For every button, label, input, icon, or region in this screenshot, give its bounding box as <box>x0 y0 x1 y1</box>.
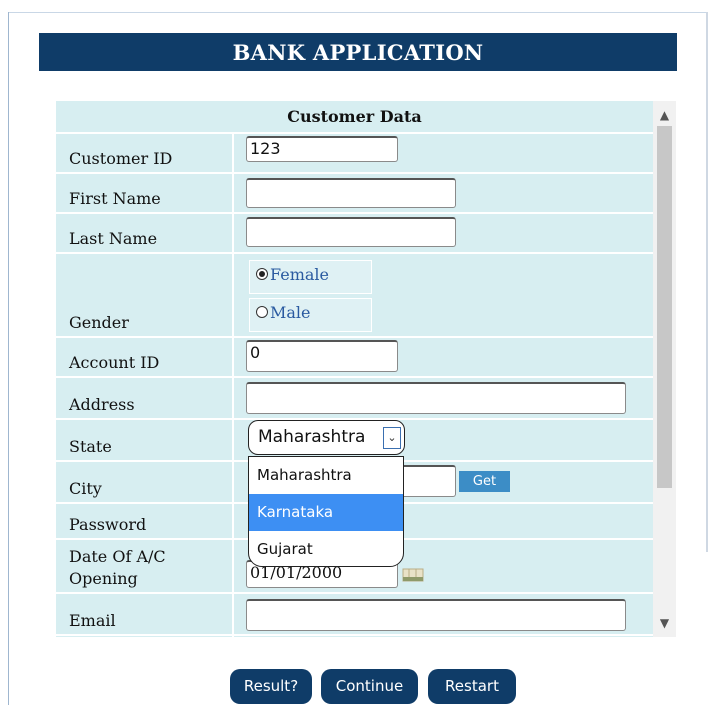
state-option-gujarat[interactable]: Gujarat <box>249 531 403 566</box>
scroll-thumb[interactable] <box>657 126 672 488</box>
chevron-up-icon[interactable]: ▲ <box>653 101 676 125</box>
chevron-down-icon[interactable]: ▼ <box>653 613 676 637</box>
calendar-icon[interactable] <box>402 568 424 582</box>
gender-label: Gender <box>69 313 129 332</box>
restart-button[interactable]: Restart <box>428 669 516 704</box>
row-address: Address <box>56 376 653 420</box>
city-label: City <box>69 479 102 498</box>
male-label: Male <box>270 303 311 322</box>
state-option-maharashtra[interactable]: Maharashtra <box>249 457 403 494</box>
radio-female[interactable] <box>256 268 268 280</box>
frame-left-border <box>8 12 9 705</box>
row-last-name: Last Name <box>56 212 653 254</box>
get-city-button[interactable]: Get <box>459 471 510 492</box>
frame-top-border <box>8 12 708 13</box>
female-label: Female <box>270 265 329 284</box>
section-title: Customer Data <box>287 107 422 126</box>
form-scrollbar[interactable]: ▲ ▼ <box>653 101 676 637</box>
last-name-input[interactable] <box>246 217 456 247</box>
chevron-down-icon[interactable]: ⌄ <box>383 427 401 449</box>
email-input[interactable] <box>246 599 626 631</box>
row-first-name: First Name <box>56 172 653 214</box>
address-label: Address <box>69 395 135 414</box>
row-customer-id: Customer ID 123 <box>56 132 653 174</box>
password-label: Password <box>69 515 147 534</box>
address-input[interactable] <box>246 382 626 414</box>
row-gender: Gender Female Male <box>56 252 653 338</box>
row-account-id: Account ID 0 <box>56 336 653 378</box>
first-name-label: First Name <box>69 189 161 208</box>
email-label: Email <box>69 611 116 630</box>
first-name-input[interactable] <box>246 178 456 208</box>
account-id-label: Account ID <box>69 353 160 372</box>
date-opening-label: Date Of A/C Opening <box>69 547 166 588</box>
row-email: Email <box>56 592 653 636</box>
customer-id-label: Customer ID <box>69 149 173 168</box>
account-id-input[interactable]: 0 <box>246 340 398 372</box>
row-partial <box>56 634 653 637</box>
gender-option-female[interactable]: Female <box>249 260 372 294</box>
customer-id-input[interactable]: 123 <box>246 136 398 162</box>
page-title: BANK APPLICATION <box>39 33 677 71</box>
continue-button[interactable]: Continue <box>321 669 418 704</box>
state-option-karnataka[interactable]: Karnataka <box>249 494 403 531</box>
state-dropdown-list: Maharashtra Karnataka Gujarat <box>248 456 404 567</box>
state-label: State <box>69 437 112 456</box>
state-selected-value: Maharashtra <box>258 427 366 447</box>
gender-option-male[interactable]: Male <box>249 298 372 332</box>
last-name-label: Last Name <box>69 229 158 248</box>
result-button[interactable]: Result? <box>230 669 312 704</box>
state-select[interactable]: Maharashtra ⌄ <box>248 420 405 455</box>
radio-male[interactable] <box>256 306 268 318</box>
